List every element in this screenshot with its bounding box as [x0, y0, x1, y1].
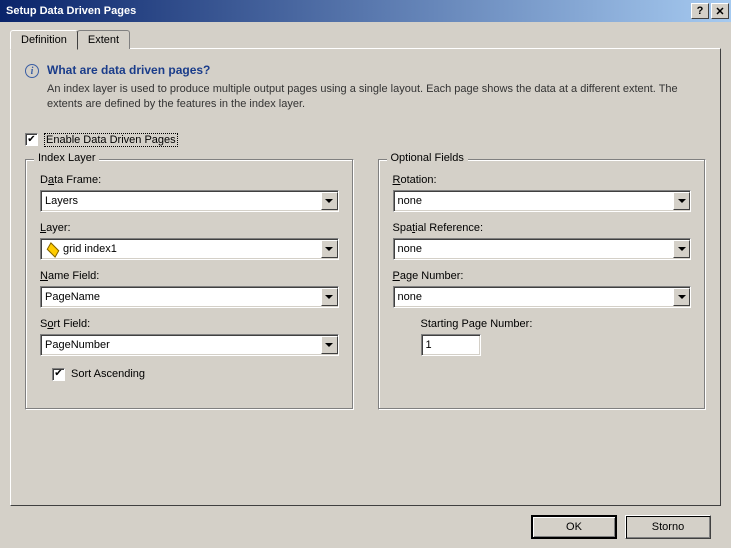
name-field-label: Name Field: — [40, 270, 339, 282]
rotation-dropdown[interactable]: none — [393, 190, 692, 212]
enable-ddp-label: Enable Data Driven Pages — [44, 133, 178, 147]
layer-label: Layer: — [40, 222, 339, 234]
tab-strip: Definition Extent — [10, 30, 721, 49]
starting-page-field: Starting Page Number: — [421, 318, 692, 356]
layer-value: grid index1 — [41, 243, 321, 255]
data-frame-dropdown-button[interactable] — [321, 192, 338, 210]
tab-extent[interactable]: Extent — [77, 30, 130, 49]
info-description: An index layer is used to produce multip… — [47, 82, 706, 113]
data-frame-value: Layers — [41, 195, 321, 207]
sort-field-dropdown[interactable]: PageNumber — [40, 334, 339, 356]
rotation-dropdown-button[interactable] — [673, 192, 690, 210]
dialog-body: Definition Extent i What are data driven… — [0, 22, 731, 547]
tab-extent-label: Extent — [88, 34, 119, 46]
checkmark-icon: ✔ — [27, 135, 35, 145]
layer-dropdown-button[interactable] — [321, 240, 338, 258]
page-number-dropdown-button[interactable] — [673, 288, 690, 306]
checkmark-icon: ✔ — [54, 369, 62, 379]
data-frame-field: Data Frame: Layers — [40, 174, 339, 212]
page-number-value: none — [394, 291, 674, 303]
optional-fields-group: Optional Fields Rotation: none Spatial R… — [378, 159, 707, 410]
starting-page-input[interactable] — [421, 334, 481, 356]
name-field-value: PageName — [41, 291, 321, 303]
spatial-reference-value: none — [394, 243, 674, 255]
sort-ascending-label: Sort Ascending — [71, 368, 145, 380]
data-frame-label: Data Frame: — [40, 174, 339, 186]
page-number-label: Page Number: — [393, 270, 692, 282]
cancel-button[interactable]: Storno — [625, 515, 711, 539]
layer-field: Layer: grid index1 — [40, 222, 339, 260]
info-icon: i — [25, 64, 39, 78]
chevron-down-icon — [678, 295, 686, 299]
name-field: Name Field: PageName — [40, 270, 339, 308]
info-heading: What are data driven pages? — [47, 63, 210, 77]
spatial-reference-field: Spatial Reference: none — [393, 222, 692, 260]
spatial-reference-dropdown[interactable]: none — [393, 238, 692, 260]
chevron-down-icon — [678, 199, 686, 203]
dialog-buttons: OK Storno — [10, 507, 721, 539]
sort-field: Sort Field: PageNumber — [40, 318, 339, 356]
sort-field-label: Sort Field: — [40, 318, 339, 330]
help-button[interactable]: ? — [691, 3, 709, 19]
tab-definition-label: Definition — [21, 34, 67, 46]
chevron-down-icon — [325, 199, 333, 203]
page-number-field: Page Number: none — [393, 270, 692, 308]
ok-button[interactable]: OK — [531, 515, 617, 539]
layer-value-text: grid index1 — [63, 243, 117, 255]
page-number-dropdown[interactable]: none — [393, 286, 692, 308]
name-field-dropdown-button[interactable] — [321, 288, 338, 306]
layer-dropdown[interactable]: grid index1 — [40, 238, 339, 260]
rotation-value: none — [394, 195, 674, 207]
sort-ascending-row: ✔ Sort Ascending — [52, 368, 339, 381]
close-icon: ✕ — [715, 5, 724, 18]
sort-field-value: PageNumber — [41, 339, 321, 351]
optional-fields-legend: Optional Fields — [387, 152, 468, 164]
data-frame-dropdown[interactable]: Layers — [40, 190, 339, 212]
dialog-title: Setup Data Driven Pages — [6, 5, 689, 17]
info-heading-row: i What are data driven pages? — [25, 63, 706, 78]
columns: Index Layer Data Frame: Layers Layer: gr… — [25, 159, 706, 410]
spatial-reference-dropdown-button[interactable] — [673, 240, 690, 258]
tab-panel-definition: i What are data driven pages? An index l… — [10, 48, 721, 506]
enable-ddp-checkbox[interactable]: ✔ — [25, 133, 38, 146]
rotation-label: Rotation: — [393, 174, 692, 186]
starting-page-label: Starting Page Number: — [421, 318, 692, 330]
index-layer-group: Index Layer Data Frame: Layers Layer: gr… — [25, 159, 354, 410]
spatial-reference-label: Spatial Reference: — [393, 222, 692, 234]
chevron-down-icon — [678, 247, 686, 251]
close-button[interactable]: ✕ — [711, 3, 729, 19]
chevron-down-icon — [325, 247, 333, 251]
index-layer-legend: Index Layer — [34, 152, 99, 164]
name-field-dropdown[interactable]: PageName — [40, 286, 339, 308]
sort-field-dropdown-button[interactable] — [321, 336, 338, 354]
chevron-down-icon — [325, 343, 333, 347]
sort-ascending-checkbox[interactable]: ✔ — [52, 368, 65, 381]
chevron-down-icon — [325, 295, 333, 299]
tab-definition[interactable]: Definition — [10, 30, 78, 50]
rotation-field: Rotation: none — [393, 174, 692, 212]
titlebar: Setup Data Driven Pages ? ✕ — [0, 0, 731, 22]
layer-icon — [45, 243, 59, 255]
enable-ddp-row: ✔ Enable Data Driven Pages — [25, 133, 706, 147]
